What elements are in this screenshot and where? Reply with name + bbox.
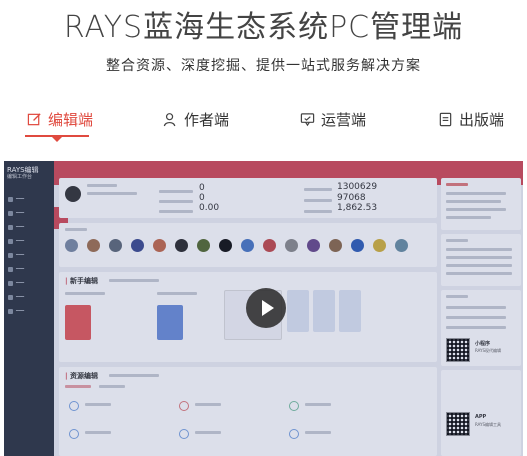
tab-publisher-label: 出版端 [459, 111, 505, 129]
avatar [285, 239, 298, 252]
avatar [153, 239, 166, 252]
guide-thumbnail [157, 305, 183, 340]
tab-editor-label: 编辑端 [48, 111, 94, 129]
sidebar-item: ━━━ [8, 281, 24, 286]
app-label: APP [475, 414, 487, 420]
mini-program-qr-code [446, 338, 470, 362]
resource-icon [69, 401, 79, 411]
page-subtitle: 整合资源、深度挖掘、提供一站式服务解决方案 [106, 58, 421, 74]
platform-tabs: 编辑端 作者端 运营端 出版端 [0, 109, 527, 142]
notice-card [441, 178, 521, 230]
avatar [351, 239, 364, 252]
avatar [109, 239, 122, 252]
news-card [441, 234, 521, 286]
avatar [329, 239, 342, 252]
guide-screenshot [313, 290, 335, 332]
resource-icon [289, 401, 299, 411]
author-avatar-row [65, 239, 408, 252]
avatar [373, 239, 386, 252]
avatar [87, 239, 100, 252]
avatar [263, 239, 276, 252]
authors-card [59, 223, 437, 267]
tab-publisher[interactable]: 出版端 [438, 109, 504, 130]
dashboard-preview: RAYS编辑 编辑工作台 ━━━ ━━━ ━━━ ━━━ ━━━ ━━━ ━━━… [4, 161, 523, 456]
active-tab-caret [52, 137, 62, 142]
section-title: | 新手编辑 [65, 277, 98, 285]
play-video-button[interactable] [246, 288, 286, 328]
avatar [175, 239, 188, 252]
resource-card: | 资源编辑 [59, 367, 437, 456]
stats-card: 0 0 0.00 1300629 97068 1,862.53 [59, 178, 437, 218]
stat-value: 0.00 [199, 203, 220, 213]
document-icon [439, 112, 452, 127]
mini-program-label: 小程序 [475, 341, 491, 347]
sidebar-item: ━━━ [8, 239, 24, 244]
sidebar-item: ━━━ [8, 197, 24, 202]
sidebar-item: ━━━ [8, 211, 24, 216]
sidebar-item: ━━━ [8, 253, 24, 258]
app-card: APP RAYS编辑工具 [441, 370, 521, 456]
guide-screenshot [339, 290, 361, 332]
avatar [395, 239, 408, 252]
avatar [197, 239, 210, 252]
tutorial-card: 小程序 RAYS现代编辑 [441, 290, 521, 366]
mini-program-desc: RAYS现代编辑 [475, 348, 502, 353]
tab-author[interactable]: 作者端 [163, 109, 229, 130]
resource-icon [179, 401, 189, 411]
avatar [65, 186, 81, 202]
stat-value: 1,862.53 [337, 203, 378, 213]
sidebar-item: ━━━ [8, 309, 24, 314]
guide-screenshot [287, 290, 309, 332]
tab-operation[interactable]: 运营端 [300, 109, 366, 130]
tab-editor[interactable]: 编辑端 [27, 109, 93, 130]
sidebar-item: ━━━ [8, 295, 24, 300]
sidebar-item: ━━━ [8, 225, 24, 230]
section-title: | 资源编辑 [65, 372, 98, 380]
resource-icon [179, 429, 189, 439]
avatar [241, 239, 254, 252]
app-desc: RAYS编辑工具 [475, 422, 502, 427]
app-qr-code [446, 412, 470, 436]
chat-icon [300, 113, 315, 127]
stat-value: 97068 [337, 193, 366, 203]
user-icon [163, 113, 176, 127]
resource-icon [289, 429, 299, 439]
preview-sidebar: RAYS编辑 编辑工作台 ━━━ ━━━ ━━━ ━━━ ━━━ ━━━ ━━━… [4, 161, 54, 456]
tab-operation-label: 运营端 [321, 111, 367, 129]
page-title: RAYS蓝海生态系统PC管理端 [63, 10, 464, 45]
avatar [131, 239, 144, 252]
stat-value: 0 [199, 183, 205, 193]
avatar [65, 239, 78, 252]
avatar [307, 239, 320, 252]
preview-logo: RAYS编辑 编辑工作台 [7, 166, 39, 180]
edit-icon [27, 113, 41, 126]
resource-icon [69, 429, 79, 439]
tab-author-label: 作者端 [184, 111, 230, 129]
avatar [219, 239, 232, 252]
guide-thumbnail [65, 305, 91, 340]
stat-value: 0 [199, 193, 205, 203]
sidebar-item: ━━━ [8, 267, 24, 272]
stat-value: 1300629 [337, 182, 378, 192]
